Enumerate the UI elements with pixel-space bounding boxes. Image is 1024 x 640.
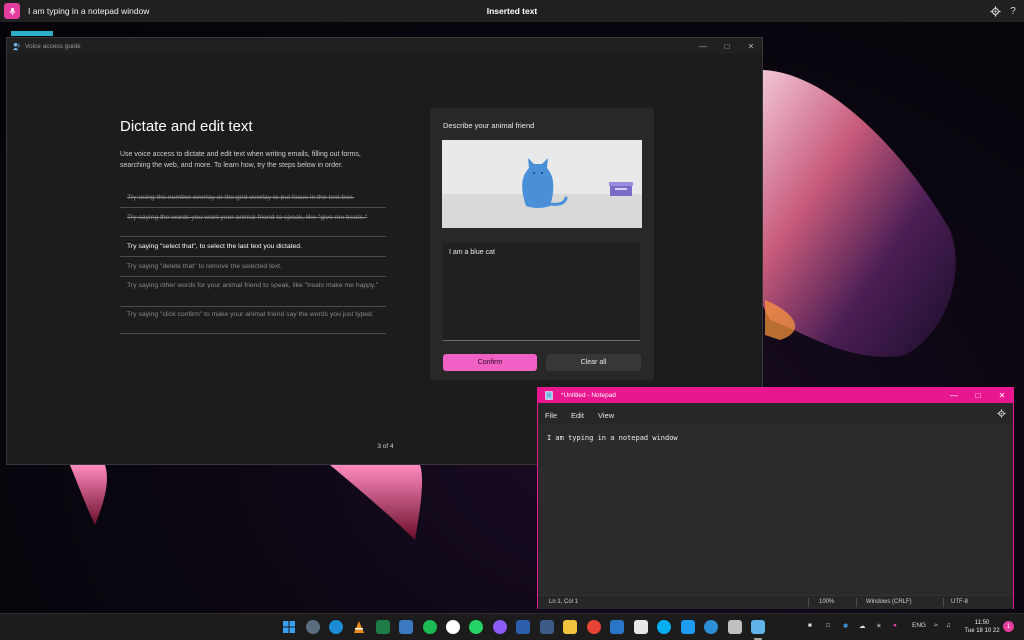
notepad-text-area[interactable]: I am typing in a notepad window — [538, 425, 1013, 595]
taskbar: ■ □ ✱ ☁ ☀ ● ENG ≈ ♫ 11:50 Tue 18 10 22 1 — [0, 613, 1024, 640]
calendar-icon[interactable] — [610, 620, 624, 634]
zoom-level: 100% — [819, 599, 835, 605]
menu-file[interactable]: File — [545, 411, 557, 420]
step-item: Try saying the words you want your anima… — [120, 211, 386, 237]
notepad-titlebar: *Untitled - Notepad — □ ✕ — [538, 388, 1013, 403]
microphone-icon[interactable] — [4, 3, 20, 19]
wifi-icon[interactable]: ≈ — [934, 622, 938, 629]
confirm-button[interactable]: Confirm — [443, 354, 537, 371]
tray-app-icon[interactable]: ☀ — [876, 622, 882, 630]
guide-window-title: Voice access guide — [25, 42, 81, 50]
tray-app-icon[interactable]: □ — [826, 622, 830, 629]
step-item: Try saying "click confirm" to make your … — [120, 310, 386, 334]
guide-titlebar: Voice access guide — □ ✕ — [7, 38, 762, 54]
text-box-value: I am a blue cat — [449, 249, 495, 256]
language-indicator[interactable]: ENG — [912, 622, 926, 629]
step-item-current: Try saying "select that", to select the … — [120, 240, 386, 257]
snipping-tool-icon[interactable] — [728, 620, 742, 634]
skype-icon[interactable] — [657, 620, 671, 634]
notepad-app-icon — [545, 391, 553, 400]
notepad-icon[interactable] — [751, 620, 765, 640]
twitter-icon[interactable] — [681, 620, 695, 634]
guide-intro: Use voice access to dictate and edit tex… — [120, 151, 361, 169]
settings-icon[interactable] — [306, 620, 320, 634]
notepad-title: *Untitled - Notepad — [561, 392, 616, 399]
voice-access-status: Inserted text — [486, 6, 538, 16]
menu-view[interactable]: View — [598, 411, 614, 420]
voice-access-bar: I am typing in a notepad window Inserted… — [0, 0, 1024, 22]
calendar-app-icon[interactable] — [634, 620, 648, 634]
volume-icon[interactable]: ♫ — [946, 622, 951, 629]
chrome-icon[interactable] — [587, 620, 601, 634]
tray-app-icon[interactable]: ☁ — [859, 622, 866, 630]
line-ending: Windows (CRLF) — [866, 599, 912, 605]
voice-access-last-phrase: I am typing in a notepad window — [28, 6, 150, 16]
people-icon[interactable] — [704, 620, 718, 634]
word-icon[interactable] — [516, 620, 530, 634]
cursor-position: Ln 1, Col 1 — [549, 599, 579, 605]
maximize-button[interactable]: □ — [715, 38, 739, 54]
minimize-button[interactable]: — — [691, 38, 715, 54]
step-item: Try saying "delete that" to remove the s… — [120, 260, 386, 277]
tray-app-icon[interactable]: ■ — [808, 622, 812, 629]
vlc-icon[interactable] — [352, 620, 366, 634]
notepad-status-bar: Ln 1, Col 1 100% Windows (CRLF) UTF-8 — [538, 595, 1013, 609]
notepad-menu-bar: File Edit View — [538, 403, 1013, 425]
notification-badge[interactable]: 1 — [1003, 621, 1014, 632]
file-explorer-icon[interactable] — [563, 620, 577, 634]
clear-all-button[interactable]: Clear all — [546, 354, 641, 371]
animal-friend-illustration — [442, 140, 642, 228]
blue-cat-icon — [522, 158, 554, 208]
minimize-button[interactable]: — — [942, 388, 966, 403]
clock-date: Tue 18 10 22 — [964, 628, 1000, 634]
notepad-content: I am typing in a notepad window — [547, 434, 678, 442]
window-accent-strip — [11, 31, 53, 36]
whatsapp-icon[interactable] — [469, 620, 483, 634]
encoding: UTF-8 — [951, 599, 968, 605]
start-icon[interactable] — [282, 620, 296, 634]
edge-icon[interactable] — [329, 620, 343, 634]
guide-heading: Dictate and edit text — [120, 118, 253, 135]
clock[interactable]: 11:50 Tue 18 10 22 — [960, 619, 1004, 635]
step-item: Try using the number overlay or the grid… — [120, 191, 386, 208]
step-item: Try saying other words for your animal f… — [120, 280, 386, 307]
microphone-icon[interactable]: ● — [893, 622, 897, 629]
bluetooth-icon[interactable]: ✱ — [843, 622, 848, 630]
close-button[interactable]: ✕ — [739, 38, 763, 54]
animal-friend-panel: Describe your animal friend I am a blue … — [430, 108, 654, 380]
menu-edit[interactable]: Edit — [571, 411, 584, 420]
notepad-window: *Untitled - Notepad — □ ✕ File Edit View… — [537, 387, 1014, 609]
maximize-button[interactable]: □ — [966, 388, 990, 403]
gear-icon[interactable] — [989, 5, 1001, 17]
animal-friend-text-box[interactable]: I am a blue cat — [443, 243, 640, 341]
clock-time: 11:50 — [974, 620, 990, 626]
help-button[interactable]: ? — [1007, 5, 1019, 17]
excel-icon[interactable] — [376, 620, 390, 634]
slack-icon[interactable] — [446, 620, 460, 634]
gear-icon[interactable] — [997, 409, 1006, 420]
messenger-icon[interactable] — [493, 620, 507, 634]
panel-title: Describe your animal friend — [443, 121, 535, 130]
spotify-icon[interactable] — [423, 620, 437, 634]
store-icon[interactable] — [399, 620, 413, 634]
voice-access-app-icon — [12, 42, 20, 50]
close-button[interactable]: ✕ — [990, 388, 1014, 403]
news-icon[interactable] — [540, 620, 554, 634]
